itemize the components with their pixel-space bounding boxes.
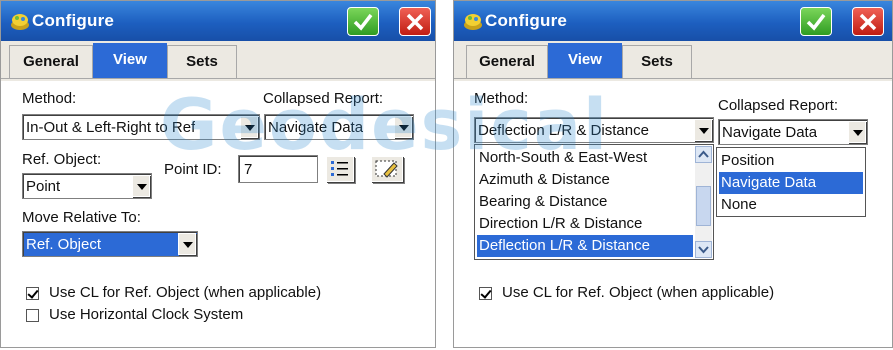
collapsed-report-options-list[interactable]: Position Navigate Data None xyxy=(716,147,866,217)
tab-divider xyxy=(454,78,892,79)
dropdown-arrow-icon[interactable] xyxy=(178,233,196,255)
collapsed-report-option-selected[interactable]: Navigate Data xyxy=(719,172,863,194)
method-list-scrollbar[interactable] xyxy=(695,146,712,258)
close-icon xyxy=(859,13,877,31)
use-cl-checkbox[interactable] xyxy=(26,287,39,300)
cancel-button[interactable] xyxy=(852,7,884,36)
tab-strip: General View Sets xyxy=(454,41,892,79)
move-relative-label: Move Relative To: xyxy=(22,209,141,226)
dropdown-arrow-icon[interactable] xyxy=(132,175,150,197)
collapsed-report-dropdown[interactable]: Navigate Data xyxy=(718,119,868,145)
tab-general[interactable]: General xyxy=(9,45,93,78)
close-icon xyxy=(406,13,424,31)
use-cl-label: Use CL for Ref. Object (when applicable) xyxy=(502,284,775,301)
window-title: Configure xyxy=(485,11,568,30)
configure-dialog-right: Configure General View Sets Method: Coll… xyxy=(453,0,893,348)
collapsed-report-option[interactable]: Position xyxy=(719,150,863,172)
tab-strip: General View Sets xyxy=(1,41,435,79)
window-title: Configure xyxy=(32,11,115,30)
ref-object-dropdown[interactable]: Point xyxy=(22,173,152,199)
ref-object-label: Ref. Object: xyxy=(22,151,102,168)
tab-divider xyxy=(1,78,435,79)
move-relative-dropdown[interactable]: Ref. Object xyxy=(22,231,198,257)
app-icon xyxy=(464,14,482,30)
method-option[interactable]: Azimuth & Distance xyxy=(477,169,693,191)
tab-view[interactable]: View xyxy=(93,43,167,79)
scroll-up-icon[interactable] xyxy=(695,146,712,163)
method-option[interactable]: Direction L/R & Distance xyxy=(477,213,693,235)
dropdown-arrow-icon[interactable] xyxy=(694,119,712,141)
configure-dialog-left: Configure General View Sets Method: Coll… xyxy=(0,0,436,348)
method-option[interactable]: Bearing & Distance xyxy=(477,191,693,213)
checkmark-icon xyxy=(353,13,373,31)
ref-object-value: Point xyxy=(26,178,61,195)
method-option-selected[interactable]: Deflection L/R & Distance xyxy=(477,235,693,257)
ok-button[interactable] xyxy=(800,7,832,36)
title-bar: Configure xyxy=(1,1,435,41)
checkmark-icon xyxy=(806,13,826,31)
collapsed-report-value: Navigate Data xyxy=(722,124,818,141)
use-cl-checkbox[interactable] xyxy=(479,287,492,300)
tab-sets[interactable]: Sets xyxy=(167,45,237,78)
dropdown-arrow-icon[interactable] xyxy=(848,121,866,143)
tab-view[interactable]: View xyxy=(548,43,622,79)
horizontal-clock-label: Use Horizontal Clock System xyxy=(49,306,244,323)
use-cl-label: Use CL for Ref. Object (when applicable) xyxy=(49,284,322,301)
tab-general[interactable]: General xyxy=(466,45,548,78)
cancel-button[interactable] xyxy=(399,7,431,36)
ok-button[interactable] xyxy=(347,7,379,36)
title-bar: Configure xyxy=(454,1,892,41)
watermark: Geodesical xyxy=(160,84,609,166)
app-icon xyxy=(11,14,29,30)
scroll-down-icon[interactable] xyxy=(695,241,712,258)
collapsed-report-option[interactable]: None xyxy=(719,194,863,216)
collapsed-report-label: Collapsed Report: xyxy=(718,97,839,114)
move-relative-value: Ref. Object xyxy=(26,236,102,253)
horizontal-clock-checkbox[interactable] xyxy=(26,309,39,322)
scroll-thumb[interactable] xyxy=(696,186,711,226)
tab-sets[interactable]: Sets xyxy=(622,45,692,78)
method-label: Method: xyxy=(22,90,77,107)
